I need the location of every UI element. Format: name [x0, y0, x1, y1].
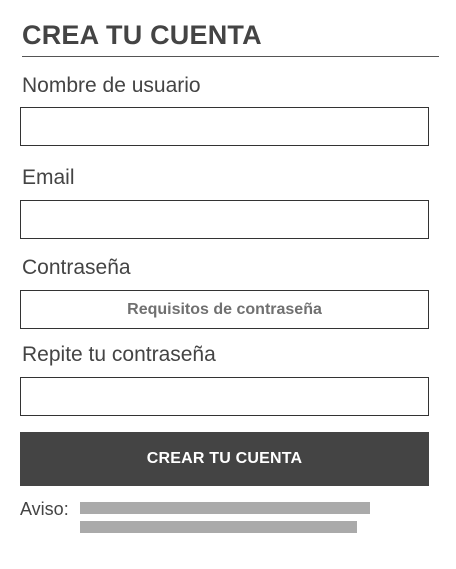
username-label: Nombre de usuario [22, 74, 201, 97]
password-label: Contraseña [22, 256, 131, 279]
email-field[interactable] [20, 200, 429, 239]
title-divider [22, 56, 439, 57]
username-field[interactable] [20, 107, 429, 146]
notice-placeholder-line-1 [80, 502, 370, 514]
notice-placeholder-line-2 [80, 521, 357, 533]
notice-label: Aviso: [20, 499, 69, 519]
email-label: Email [22, 166, 75, 189]
repeat-password-field[interactable] [20, 377, 429, 416]
page-title: CREA TU CUENTA [22, 20, 262, 50]
password-requirements-field[interactable]: Requisitos de contraseña [20, 290, 429, 329]
repeat-password-label: Repite tu contraseña [22, 343, 216, 366]
create-account-button[interactable]: CREAR TU CUENTA [20, 432, 429, 486]
password-requirements-text: Requisitos de contraseña [127, 300, 322, 318]
